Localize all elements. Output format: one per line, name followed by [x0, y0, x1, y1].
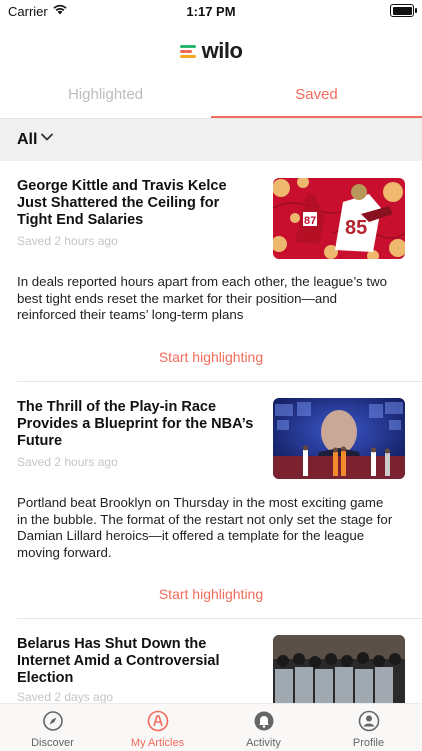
- tab-highlighted[interactable]: Highlighted: [0, 80, 211, 118]
- article-card[interactable]: Belarus Has Shut Down the Internet Amid …: [0, 619, 422, 703]
- filter-dropdown[interactable]: All: [0, 119, 422, 161]
- svg-text:85: 85: [345, 217, 367, 239]
- tabbar-label: My Articles: [130, 737, 185, 749]
- article-title[interactable]: Belarus Has Shut Down the Internet Amid …: [17, 636, 257, 687]
- bell-icon: [254, 711, 274, 731]
- status-bar: Carrier 1:17 PM: [0, 0, 422, 22]
- tab-saved[interactable]: Saved: [211, 80, 422, 118]
- tabbar-profile[interactable]: Profile: [316, 704, 421, 751]
- bottom-tab-bar: Discover My Articles Activity Profile: [0, 703, 422, 751]
- article-saved-time: Saved 2 hours ago: [17, 455, 118, 469]
- article-title[interactable]: The Thrill of the Play-in Race Provides …: [17, 399, 257, 450]
- svg-text:87: 87: [304, 215, 316, 227]
- filter-label: All: [17, 131, 38, 148]
- app-name: wilo: [201, 38, 243, 63]
- start-highlighting-button[interactable]: Start highlighting: [0, 349, 422, 365]
- compass-icon: [43, 711, 63, 731]
- article-thumbnail: 87 85: [273, 178, 405, 259]
- tabbar-label: Activity: [246, 737, 281, 749]
- chevron-down-icon: [41, 133, 53, 141]
- app-logo: wilo: [0, 38, 422, 64]
- article-thumbnail: [273, 635, 405, 703]
- person-icon: [358, 710, 380, 732]
- article-card[interactable]: George Kittle and Travis Kelce Just Shat…: [0, 161, 422, 382]
- article-title[interactable]: George Kittle and Travis Kelce Just Shat…: [17, 178, 257, 229]
- logo-mark-icon: [179, 43, 196, 59]
- tabbar-label: Profile: [352, 737, 385, 749]
- article-card[interactable]: The Thrill of the Play-in Race Provides …: [0, 382, 422, 619]
- article-description: Portland beat Brooklyn on Thursday in th…: [17, 495, 393, 560]
- clock-time: 1:17 PM: [186, 4, 236, 19]
- highlighter-icon: [147, 710, 169, 732]
- tabbar-discover[interactable]: Discover: [0, 704, 105, 751]
- tabbar-activity[interactable]: Activity: [211, 704, 316, 751]
- article-saved-time: Saved 2 days ago: [17, 690, 114, 703]
- tabbar-label: Discover: [31, 737, 74, 749]
- article-thumbnail: [273, 398, 405, 479]
- article-description: In deals reported hours apart from each …: [17, 274, 388, 322]
- start-highlighting-button[interactable]: Start highlighting: [0, 586, 422, 602]
- tabbar-my-articles[interactable]: My Articles: [105, 704, 210, 751]
- article-saved-time: Saved 2 hours ago: [17, 234, 118, 248]
- battery-icon: [390, 4, 417, 17]
- segment-tabs: Highlighted Saved: [0, 80, 422, 119]
